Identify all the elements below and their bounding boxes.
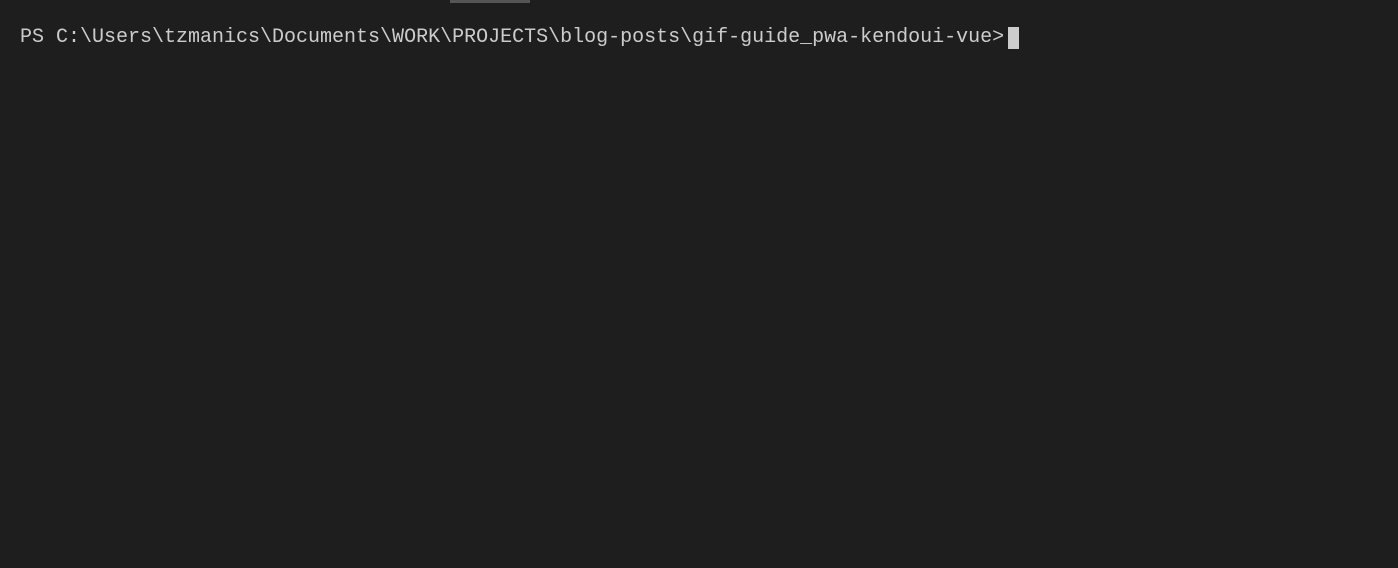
cursor-icon — [1008, 27, 1019, 49]
prompt-line[interactable]: PS C:\Users\tzmanics\Documents\WORK\PROJ… — [20, 24, 1378, 52]
prompt-text: PS C:\Users\tzmanics\Documents\WORK\PROJ… — [20, 24, 1004, 52]
tab-indicator — [450, 0, 530, 3]
terminal-window[interactable]: PS C:\Users\tzmanics\Documents\WORK\PROJ… — [0, 0, 1398, 568]
